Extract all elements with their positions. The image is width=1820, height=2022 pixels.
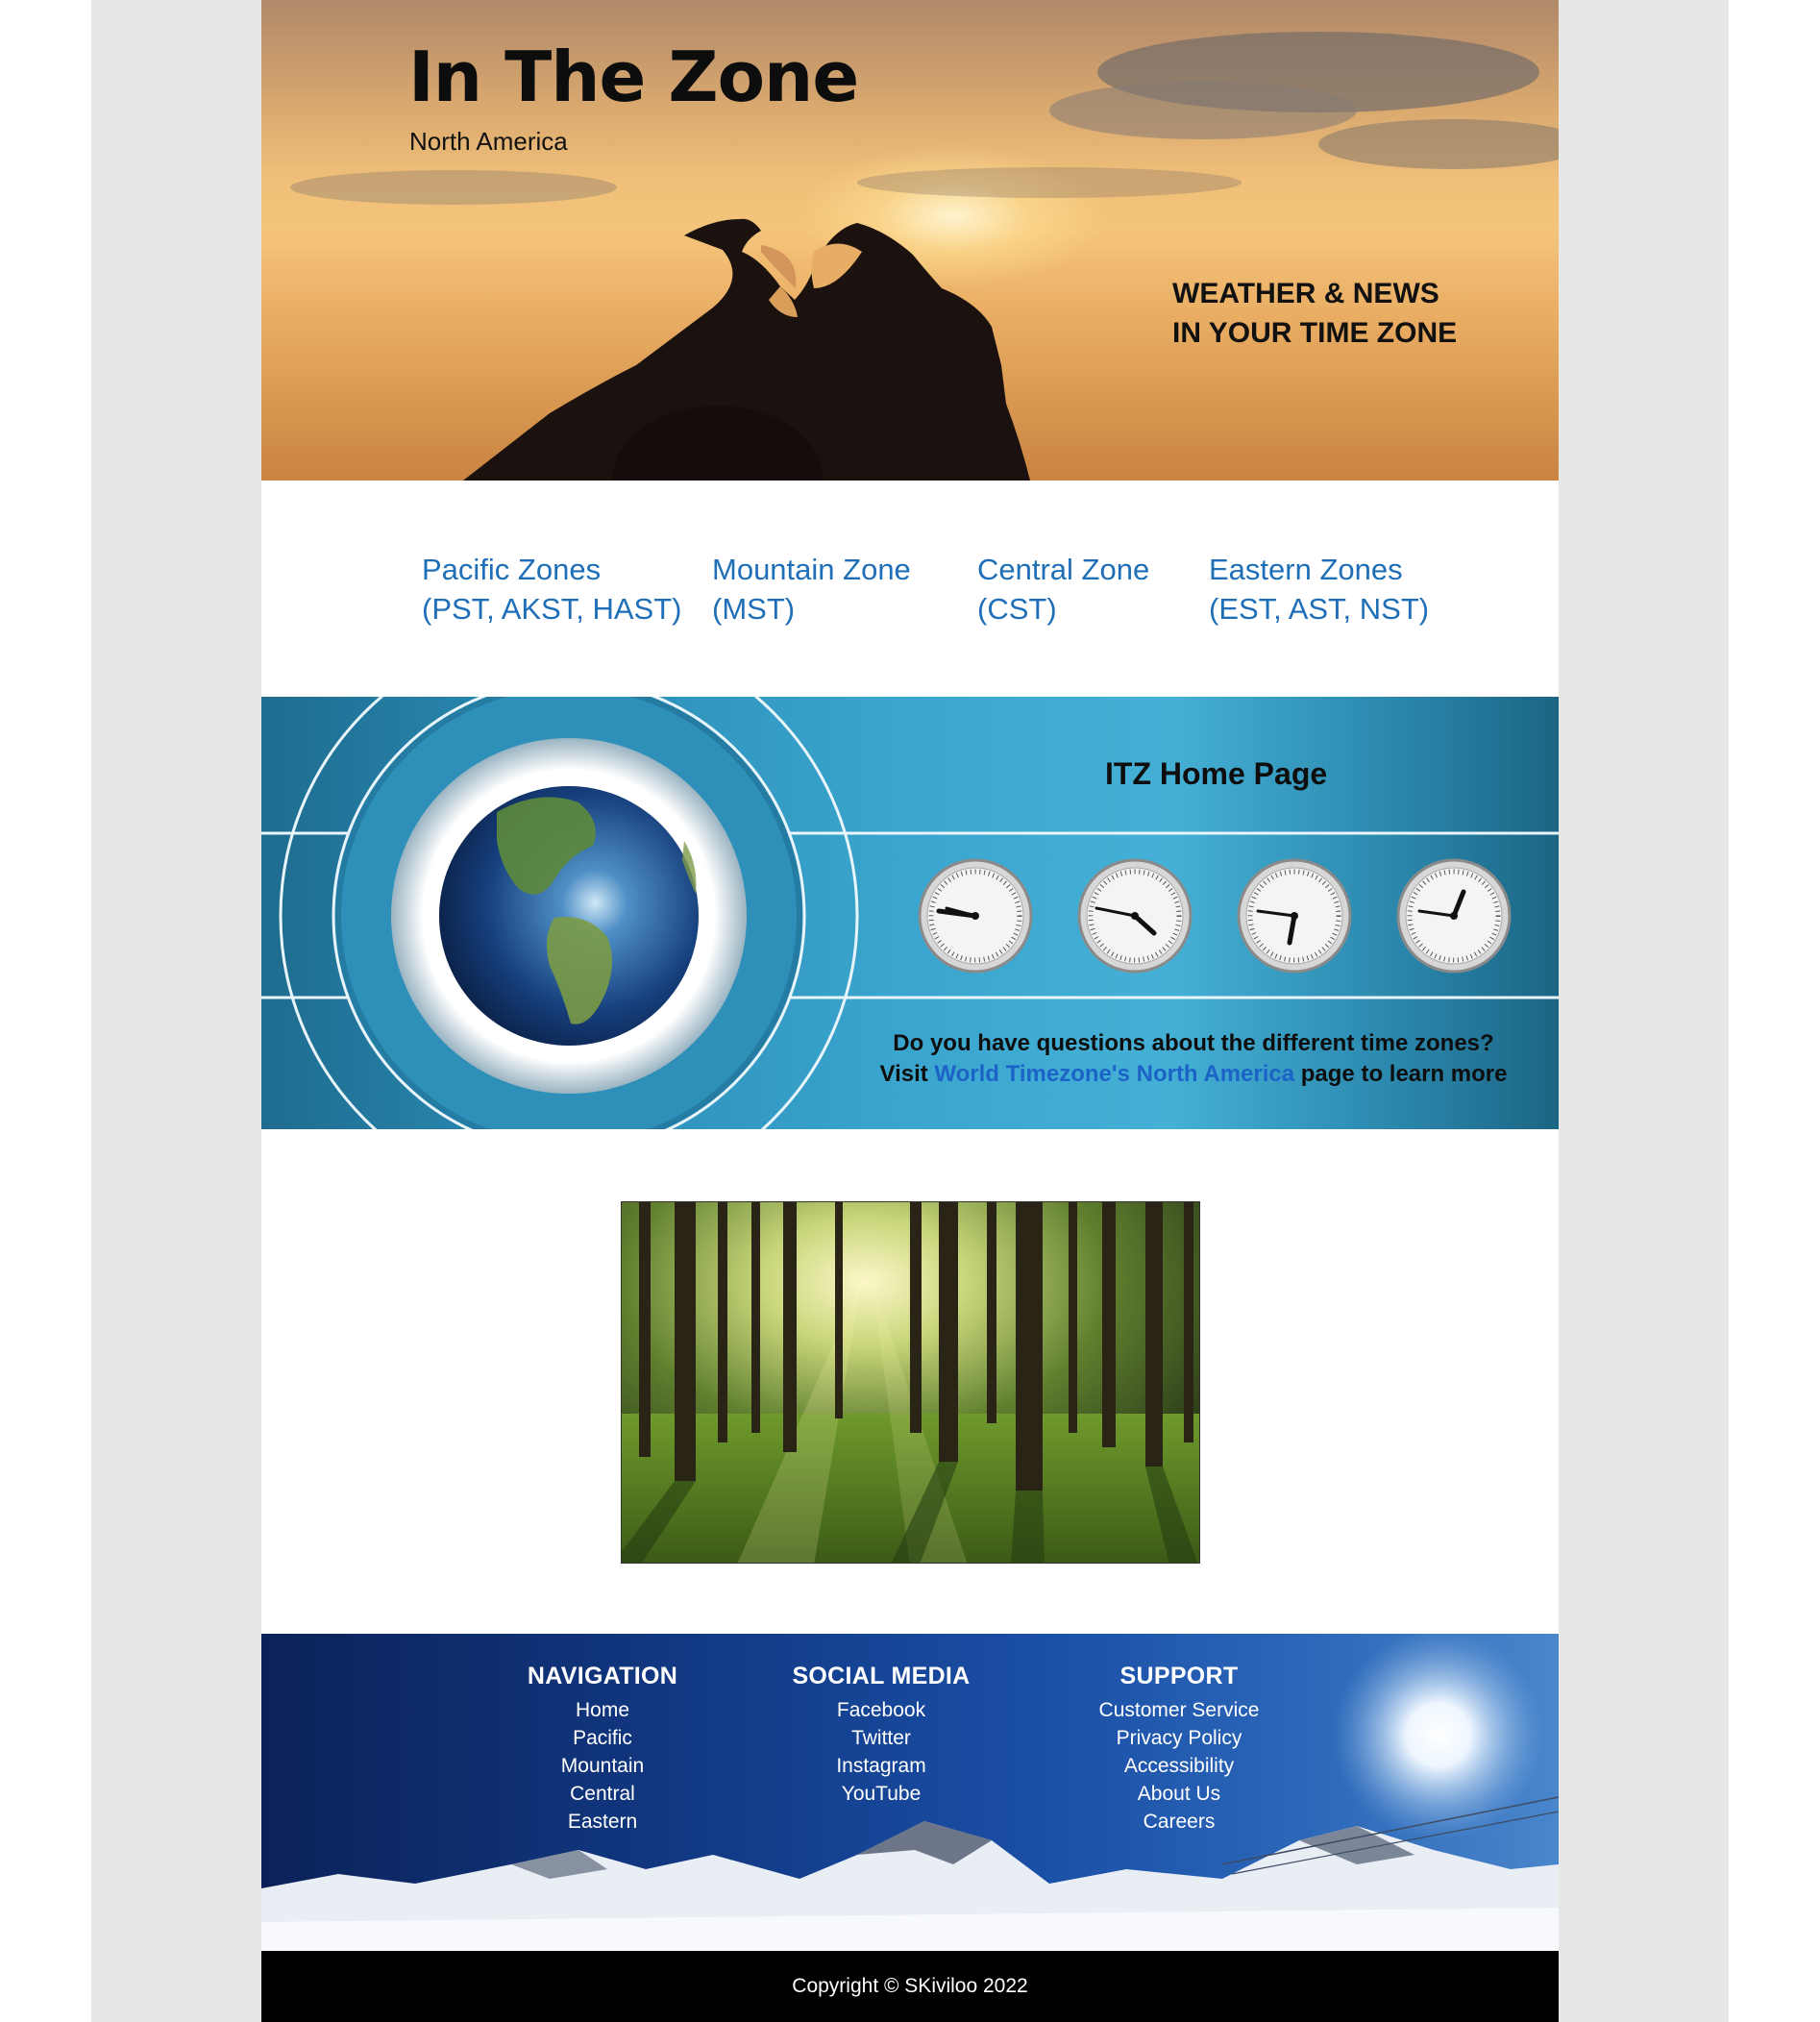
footer-link-careers[interactable]: Careers: [1054, 1808, 1304, 1836]
visit-label: Visit: [879, 1061, 928, 1087]
zone-link-codes: (CST): [977, 592, 1057, 626]
itz-banner: ITZ Home Page Do you have questions abou…: [261, 697, 1559, 1129]
tagline-line-1: WEATHER & NEWS: [1172, 278, 1439, 309]
footer-link-home[interactable]: Home: [502, 1696, 703, 1724]
footer-link-pacific[interactable]: Pacific: [502, 1724, 703, 1752]
zone-link-mountain[interactable]: Mountain Zone (MST): [712, 550, 911, 629]
zone-link-pacific[interactable]: Pacific Zones (PST, AKST, HAST): [422, 550, 681, 629]
footer-link-facebook[interactable]: Facebook: [775, 1696, 987, 1724]
zone-link-codes: (PST, AKST, HAST): [422, 592, 682, 626]
timezone-info-text: Do you have questions about the differen…: [876, 1028, 1511, 1090]
zone-link-central[interactable]: Central Zone (CST): [977, 550, 1149, 629]
footer-link-privacy-policy[interactable]: Privacy Policy: [1054, 1724, 1304, 1752]
zone-navigation: Pacific Zones (PST, AKST, HAST) Mountain…: [261, 481, 1559, 697]
learn-more-text: page to learn more: [1300, 1061, 1508, 1087]
forest-illustration: [622, 1202, 1199, 1563]
footer-link-accessibility[interactable]: Accessibility: [1054, 1752, 1304, 1780]
site-subtitle: North America: [409, 127, 568, 156]
itz-home-title: ITZ Home Page: [1105, 756, 1328, 791]
footer-link-twitter[interactable]: Twitter: [775, 1724, 987, 1752]
footer-link-instagram[interactable]: Instagram: [775, 1752, 987, 1780]
footer-link-central[interactable]: Central: [502, 1780, 703, 1808]
footer-link-about-us[interactable]: About Us: [1054, 1780, 1304, 1808]
footer-link-mountain[interactable]: Mountain: [502, 1752, 703, 1780]
clock-icon: [918, 858, 1033, 974]
visit-line: Visit World Timezone's North America pag…: [876, 1059, 1511, 1090]
footer-heading: SOCIAL MEDIA: [792, 1663, 971, 1689]
hero-tagline: WEATHER & NEWS IN YOUR TIME ZONE: [1172, 274, 1457, 353]
clock-icon: [1077, 858, 1193, 974]
zone-link-name: Central Zone: [977, 553, 1150, 586]
hero-banner: In The Zone North America WEATHER & NEWS…: [261, 0, 1559, 481]
footer-support-column: SUPPORT Customer Service Privacy Policy …: [1054, 1663, 1304, 1836]
world-timezone-link[interactable]: World Timezone's North America: [934, 1061, 1294, 1087]
zone-link-codes: (EST, AST, NST): [1209, 592, 1430, 626]
site-footer: NAVIGATION Home Pacific Mountain Central…: [261, 1634, 1559, 1951]
forest-image: [621, 1201, 1200, 1564]
zone-link-codes: (MST): [712, 592, 796, 626]
footer-social-column: SOCIAL MEDIA Facebook Twitter Instagram …: [775, 1663, 987, 1808]
footer-heading: NAVIGATION: [527, 1663, 678, 1689]
copyright-bar: Copyright © SKiviloo 2022: [261, 1951, 1559, 2022]
footer-link-customer-service[interactable]: Customer Service: [1054, 1696, 1304, 1724]
zone-link-eastern[interactable]: Eastern Zones (EST, AST, NST): [1209, 550, 1429, 629]
zone-link-name: Pacific Zones: [422, 553, 602, 586]
question-line: Do you have questions about the differen…: [893, 1030, 1494, 1056]
site-title: In The Zone: [408, 37, 859, 117]
footer-link-eastern[interactable]: Eastern: [502, 1808, 703, 1836]
clock-icon: [1237, 858, 1352, 974]
zone-link-name: Mountain Zone: [712, 553, 911, 586]
clock-icon: [1396, 858, 1512, 974]
tagline-line-2: IN YOUR TIME ZONE: [1172, 317, 1458, 349]
footer-navigation-column: NAVIGATION Home Pacific Mountain Central…: [502, 1663, 703, 1836]
footer-heading: SUPPORT: [1119, 1663, 1239, 1689]
page-container: In The Zone North America WEATHER & NEWS…: [261, 0, 1559, 2022]
zone-link-name: Eastern Zones: [1209, 553, 1403, 586]
footer-link-youtube[interactable]: YouTube: [775, 1780, 987, 1808]
